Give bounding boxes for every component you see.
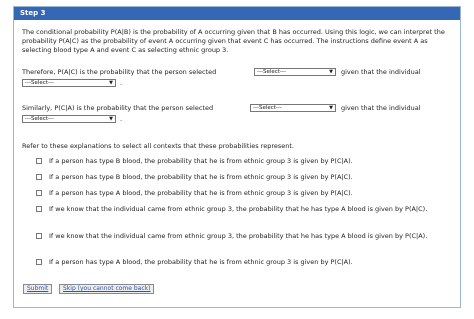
option-label: If we know that the individual came from… xyxy=(49,205,428,213)
q2-select-bottom[interactable]: ---Select--- ▼ xyxy=(22,115,116,123)
chevron-down-icon: ▼ xyxy=(329,105,333,111)
option-checkbox[interactable] xyxy=(36,158,42,164)
chevron-down-icon: ▼ xyxy=(329,69,333,75)
option-checkbox[interactable] xyxy=(36,206,42,212)
refer-instruction: Refer to these explanations to select al… xyxy=(22,142,294,150)
option-label: If a person has type A blood, the probab… xyxy=(49,258,353,266)
q2-select-top[interactable]: ---Select--- ▼ xyxy=(250,104,336,112)
option-item: If we know that the individual came from… xyxy=(36,205,446,214)
option-item: If a person has type A blood, the probab… xyxy=(36,189,446,198)
chevron-down-icon: ▼ xyxy=(109,80,113,86)
option-item: If a person has type B blood, the probab… xyxy=(36,173,446,182)
option-checkbox[interactable] xyxy=(36,259,42,265)
option-label: If a person has type B blood, the probab… xyxy=(49,173,353,181)
option-label: If we know that the individual came from… xyxy=(49,232,428,240)
option-item: If a person has type A blood, the probab… xyxy=(36,258,446,267)
q1-select-top[interactable]: ---Select--- ▼ xyxy=(254,68,336,76)
option-checkbox[interactable] xyxy=(36,174,42,180)
option-label: If a person has type B blood, the probab… xyxy=(49,157,353,165)
q1-select-bottom[interactable]: ---Select--- ▼ xyxy=(22,79,116,87)
step-panel: Step 3 The conditional probability P(A|B… xyxy=(13,6,461,308)
q2-period: . xyxy=(120,115,123,123)
option-label: If a person has type A blood, the probab… xyxy=(49,189,353,197)
q1-text-after: given that the individual xyxy=(341,68,421,76)
q1-select-bottom-value: ---Select--- xyxy=(25,80,54,86)
option-item: If a person has type B blood, the probab… xyxy=(36,157,446,166)
option-checkbox[interactable] xyxy=(36,233,42,239)
q2-select-bottom-value: ---Select--- xyxy=(25,116,54,122)
intro-paragraph: The conditional probability P(A|B) is th… xyxy=(22,28,445,54)
skip-button[interactable]: Skip (you cannot come back) xyxy=(59,284,155,294)
q1-select-top-value: ---Select--- xyxy=(257,69,286,75)
q2-select-top-value: ---Select--- xyxy=(253,105,282,111)
option-item: If we know that the individual came from… xyxy=(36,232,446,241)
q2-text-after: given that the individual xyxy=(341,104,421,112)
q2-text-before: Similarly, P(C|A) is the probability tha… xyxy=(22,104,214,112)
q1-period: . xyxy=(120,79,123,87)
step-header: Step 3 xyxy=(14,7,460,20)
q1-text-before: Therefore, P(A|C) is the probability tha… xyxy=(22,68,217,76)
option-checkbox[interactable] xyxy=(36,190,42,196)
submit-button[interactable]: Submit xyxy=(23,284,53,294)
chevron-down-icon: ▼ xyxy=(109,116,113,122)
